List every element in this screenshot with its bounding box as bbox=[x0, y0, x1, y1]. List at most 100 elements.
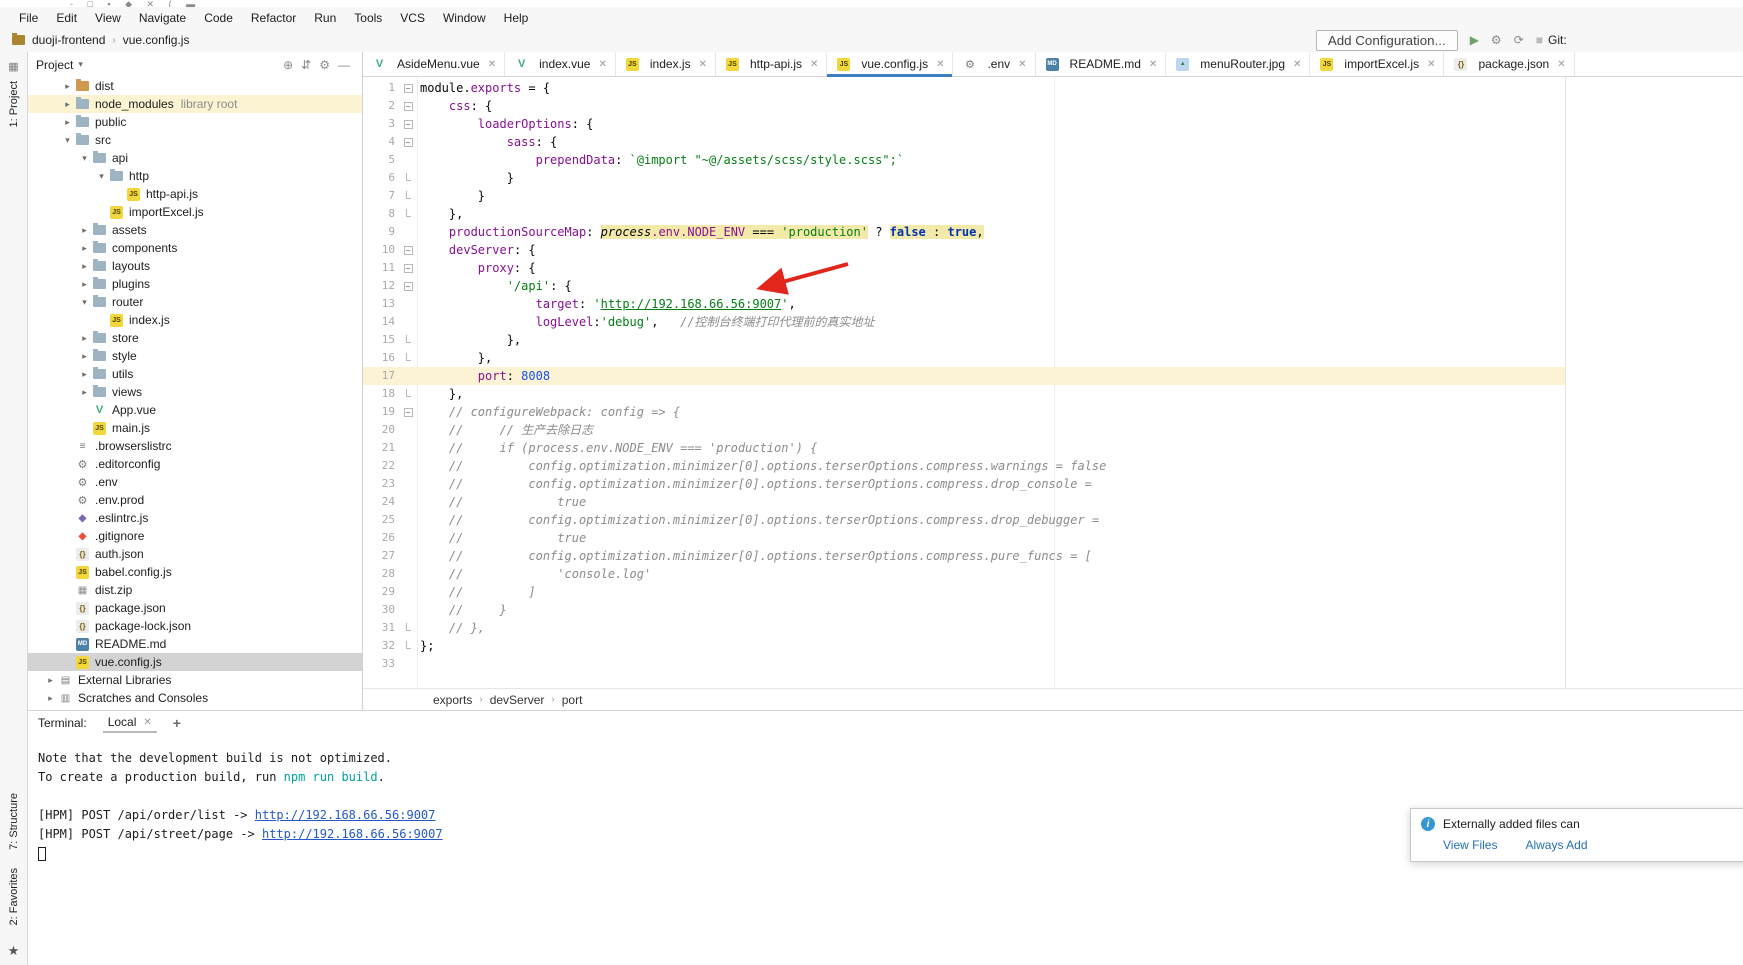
notification-balloon[interactable]: i Externally added files can View FilesA… bbox=[1410, 808, 1743, 862]
menu-item-vcs[interactable]: VCS bbox=[391, 11, 434, 25]
tree-item-app-vue[interactable]: VApp.vue bbox=[28, 401, 362, 419]
tree-item-layouts[interactable]: ▸layouts bbox=[28, 257, 362, 275]
code-line-23[interactable]: 23 // config.optimization.minimizer[0].o… bbox=[363, 475, 1565, 493]
code-line-10[interactable]: 10− devServer: { bbox=[363, 241, 1565, 259]
menu-item-tools[interactable]: Tools bbox=[345, 11, 391, 25]
tree-item-store[interactable]: ▸store bbox=[28, 329, 362, 347]
fold-end-icon[interactable] bbox=[401, 331, 415, 349]
tab-menurouter-jpg[interactable]: ▲menuRouter.jpg✕ bbox=[1166, 52, 1310, 76]
chevron-right-icon[interactable]: ▸ bbox=[78, 261, 91, 272]
hide-panel-icon[interactable]: — bbox=[334, 58, 354, 72]
code-line-29[interactable]: 29 // ] bbox=[363, 583, 1565, 601]
tree-item-browserslistrc[interactable]: ≡.browserslistrc bbox=[28, 437, 362, 455]
tree-item-components[interactable]: ▸components bbox=[28, 239, 362, 257]
fold-end-icon[interactable] bbox=[401, 637, 415, 655]
tab-index-vue[interactable]: Vindex.vue✕ bbox=[505, 52, 616, 76]
code-line-17[interactable]: 17 port: 8008 bbox=[363, 367, 1565, 385]
tree-item-external-libraries[interactable]: ▸▤External Libraries bbox=[28, 671, 362, 689]
new-terminal-button[interactable]: + bbox=[173, 715, 181, 731]
close-icon[interactable]: ✕ bbox=[1427, 59, 1435, 70]
tree-item-node-modules[interactable]: ▸node_moduleslibrary root bbox=[28, 95, 362, 113]
fold-collapse-icon[interactable]: − bbox=[401, 97, 415, 115]
chevron-down-icon[interactable]: ▾ bbox=[78, 153, 91, 164]
close-icon[interactable]: ✕ bbox=[1557, 59, 1565, 70]
code-line-25[interactable]: 25 // config.optimization.minimizer[0].o… bbox=[363, 511, 1565, 529]
chevron-right-icon[interactable]: ▸ bbox=[78, 333, 91, 344]
tree-item-dist[interactable]: ▸dist bbox=[28, 77, 362, 95]
menu-item-file[interactable]: File bbox=[10, 11, 47, 25]
chevron-down-icon[interactable]: ▾ bbox=[95, 171, 108, 182]
code-line-2[interactable]: 2− css: { bbox=[363, 97, 1565, 115]
code-line-5[interactable]: 5 prependData: `@import "~@/assets/scss/… bbox=[363, 151, 1565, 169]
settings-icon[interactable]: ⚙ bbox=[315, 58, 334, 72]
fold-collapse-icon[interactable]: − bbox=[401, 79, 415, 97]
code-line-27[interactable]: 27 // config.optimization.minimizer[0].o… bbox=[363, 547, 1565, 565]
menu-item-run[interactable]: Run bbox=[305, 11, 345, 25]
code-line-18[interactable]: 18 }, bbox=[363, 385, 1565, 403]
close-icon[interactable]: ✕ bbox=[488, 59, 496, 70]
chevron-right-icon[interactable]: ▸ bbox=[78, 279, 91, 290]
breadcrumb-item-port[interactable]: port bbox=[562, 693, 583, 707]
git-widget[interactable]: Git: bbox=[1548, 28, 1567, 52]
navbar-project[interactable]: duoji-frontend bbox=[32, 33, 105, 47]
menu-item-navigate[interactable]: Navigate bbox=[130, 11, 195, 25]
code-line-20[interactable]: 20 // // 生产去除日志 bbox=[363, 421, 1565, 439]
tab-asidemenu-vue[interactable]: VAsideMenu.vue✕ bbox=[363, 52, 505, 76]
code-line-7[interactable]: 7 } bbox=[363, 187, 1565, 205]
project-view-selector[interactable]: Project bbox=[36, 58, 73, 72]
fold-end-icon[interactable] bbox=[401, 187, 415, 205]
tree-item-env-prod[interactable]: ⚙.env.prod bbox=[28, 491, 362, 509]
fold-end-icon[interactable] bbox=[401, 349, 415, 367]
close-icon[interactable]: ✕ bbox=[699, 59, 707, 70]
fold-collapse-icon[interactable]: − bbox=[401, 403, 415, 421]
tree-item-gitignore[interactable]: ◆.gitignore bbox=[28, 527, 362, 545]
tree-item-dist-zip[interactable]: ▦dist.zip bbox=[28, 581, 362, 599]
terminal-link[interactable]: http://192.168.66.56:9007 bbox=[262, 827, 443, 841]
menu-item-help[interactable]: Help bbox=[495, 11, 538, 25]
code-line-4[interactable]: 4− sass: { bbox=[363, 133, 1565, 151]
chevron-down-icon[interactable]: ▾ bbox=[78, 297, 91, 308]
code-editor[interactable]: 1−module.exports = {2− css: {3− loaderOp… bbox=[363, 77, 1743, 688]
code-line-12[interactable]: 12− '/api': { bbox=[363, 277, 1565, 295]
tool-button-favorites[interactable]: 2: Favorites bbox=[8, 868, 20, 925]
code-line-6[interactable]: 6 } bbox=[363, 169, 1565, 187]
tree-item-plugins[interactable]: ▸plugins bbox=[28, 275, 362, 293]
code-line-19[interactable]: 19− // configureWebpack: config => { bbox=[363, 403, 1565, 421]
tab-http-api-js[interactable]: JShttp-api.js✕ bbox=[716, 52, 827, 76]
menu-item-code[interactable]: Code bbox=[195, 11, 242, 25]
tool-button-project[interactable]: 1: Project bbox=[8, 81, 20, 127]
close-icon[interactable]: ✕ bbox=[936, 59, 944, 70]
chevron-right-icon[interactable]: ▸ bbox=[61, 99, 74, 110]
tree-item-http-api-js[interactable]: JShttp-api.js bbox=[28, 185, 362, 203]
tree-item-editorconfig[interactable]: ⚙.editorconfig bbox=[28, 455, 362, 473]
notification-action-always-add[interactable]: Always Add bbox=[1525, 838, 1587, 852]
tree-item-style[interactable]: ▸style bbox=[28, 347, 362, 365]
tree-item-scratches-and-consoles[interactable]: ▸▥Scratches and Consoles bbox=[28, 689, 362, 707]
tab-importexcel-js[interactable]: JSimportExcel.js✕ bbox=[1310, 52, 1444, 76]
close-icon[interactable]: ✕ bbox=[1293, 59, 1301, 70]
tab-package-json[interactable]: {}package.json✕ bbox=[1444, 52, 1574, 76]
code-line-3[interactable]: 3− loaderOptions: { bbox=[363, 115, 1565, 133]
fold-end-icon[interactable] bbox=[401, 385, 415, 403]
code-line-30[interactable]: 30 // } bbox=[363, 601, 1565, 619]
tree-item-babel-config-js[interactable]: JSbabel.config.js bbox=[28, 563, 362, 581]
chevron-right-icon[interactable]: ▸ bbox=[44, 675, 57, 686]
menu-item-refactor[interactable]: Refactor bbox=[242, 11, 305, 25]
code-line-31[interactable]: 31 // }, bbox=[363, 619, 1565, 637]
tree-item-utils[interactable]: ▸utils bbox=[28, 365, 362, 383]
menu-item-edit[interactable]: Edit bbox=[47, 11, 86, 25]
chevron-down-icon[interactable]: ▾ bbox=[61, 135, 74, 146]
fold-collapse-icon[interactable]: − bbox=[401, 277, 415, 295]
tab-vue-config-js[interactable]: JSvue.config.js✕ bbox=[827, 52, 953, 76]
code-line-11[interactable]: 11− proxy: { bbox=[363, 259, 1565, 277]
menu-item-view[interactable]: View bbox=[86, 11, 130, 25]
tree-item-env[interactable]: ⚙.env bbox=[28, 473, 362, 491]
terminal-tab-local[interactable]: Local ✕ bbox=[103, 713, 157, 733]
tree-item-auth-json[interactable]: {}auth.json bbox=[28, 545, 362, 563]
fold-end-icon[interactable] bbox=[401, 619, 415, 637]
code-line-21[interactable]: 21 // if (process.env.NODE_ENV === 'prod… bbox=[363, 439, 1565, 457]
tree-item-importexcel-js[interactable]: JSimportExcel.js bbox=[28, 203, 362, 221]
tree-item-package-json[interactable]: {}package.json bbox=[28, 599, 362, 617]
menu-item-window[interactable]: Window bbox=[434, 11, 495, 25]
tree-item-views[interactable]: ▸views bbox=[28, 383, 362, 401]
